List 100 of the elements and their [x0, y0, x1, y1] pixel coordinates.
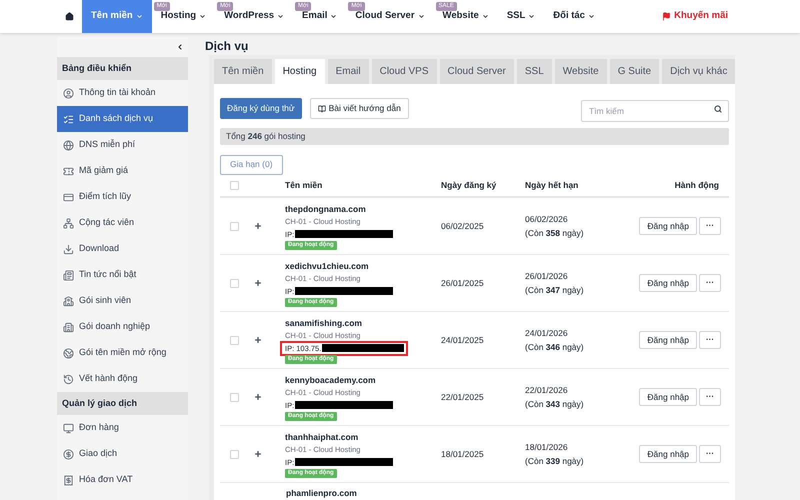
caret-icon: [136, 13, 143, 20]
service-tab[interactable]: G Suite: [610, 59, 660, 84]
news-icon: [63, 270, 74, 280]
service-tab[interactable]: Cloud VPS: [372, 59, 437, 84]
registration-date: 26/01/2025: [441, 276, 485, 290]
login-button[interactable]: Đăng nhập: [639, 445, 697, 464]
checkbox[interactable]: [230, 181, 239, 190]
flag-icon: [662, 12, 672, 21]
search-icon: [714, 104, 722, 113]
caret-icon: [199, 13, 206, 20]
search-field[interactable]: Tìm kiếm: [581, 100, 729, 122]
expand-icon[interactable]: [254, 450, 262, 458]
sidebar-item[interactable]: Cộng tác viên: [57, 210, 188, 236]
service-tab[interactable]: Hosting: [274, 59, 325, 84]
sidebar-item[interactable]: Download: [57, 236, 188, 262]
caret-icon: [528, 13, 536, 20]
school-icon: [63, 296, 74, 306]
more-button[interactable]: ···: [699, 331, 721, 350]
service-tab[interactable]: Dịch vụ khác: [662, 59, 736, 84]
row-checkbox[interactable]: [230, 222, 239, 231]
card-icon: [63, 192, 74, 202]
sidebar-item[interactable]: Thông tin tài khoản: [57, 80, 188, 106]
expiry-date: 24/01/2026: [525, 326, 569, 340]
sidebar-item[interactable]: DNS miễn phí: [57, 132, 188, 158]
expiry-date: 06/02/2026: [525, 212, 569, 226]
expand-icon[interactable]: [254, 393, 262, 402]
row-checkbox[interactable]: [230, 392, 239, 402]
promo-link[interactable]: Khuyến mãi: [662, 0, 728, 33]
user-icon: [63, 88, 74, 98]
monitor-icon: [63, 422, 74, 434]
sidebar-item[interactable]: Gói sinh viên: [57, 288, 188, 314]
sidebar-item[interactable]: Vết hành động: [57, 366, 188, 392]
more-button[interactable]: ···: [699, 217, 721, 236]
column-header: Tên miền: [285, 179, 324, 192]
row-checkbox[interactable]: [230, 278, 239, 288]
building-icon: [63, 322, 74, 332]
sidebar-item[interactable]: Hóa đơn VAT: [57, 467, 188, 493]
sidebar-item[interactable]: Điểm tích lũy: [57, 184, 188, 210]
domain-name: sanamifishing.com: [285, 316, 363, 330]
guide-button[interactable]: Bài viết hướng dẫn: [310, 98, 409, 120]
more-button[interactable]: ···: [699, 445, 721, 464]
registration-date: 06/02/2025: [441, 220, 485, 233]
more-button[interactable]: ···: [699, 388, 721, 406]
sidebar-section-title: Quản lý giao dịch: [57, 392, 188, 415]
expiry-date: 26/01/2026: [525, 270, 569, 282]
days-remaining: (Còn 339 ngày): [525, 455, 585, 468]
row-checkbox[interactable]: [230, 450, 239, 459]
download-icon: [63, 244, 74, 254]
sidebar-item[interactable]: Mã giảm giá: [57, 158, 188, 184]
page-title: Dịch vụ: [205, 38, 250, 56]
caret-icon: [330, 13, 338, 20]
login-button[interactable]: Đăng nhập: [639, 388, 697, 406]
column-header: Hành động: [674, 179, 719, 192]
login-button[interactable]: Đăng nhập: [639, 274, 697, 292]
expand-icon[interactable]: [254, 336, 262, 344]
login-button[interactable]: Đăng nhập: [639, 331, 697, 350]
summary-bar: Tổng 246 gói hosting: [220, 128, 729, 146]
login-button[interactable]: Đăng nhập: [639, 217, 697, 236]
dollar-icon: [63, 448, 74, 460]
more-button[interactable]: ···: [699, 274, 721, 292]
nav-menu-item[interactable]: Đối tác: [544, 0, 604, 33]
receipt-icon: [63, 474, 74, 486]
registration-date: 24/01/2025: [441, 334, 485, 347]
caret-icon: [277, 13, 284, 20]
sidebar-section-title: Bảng điều khiển: [57, 57, 188, 80]
sidebar-item[interactable]: Tin tức nổi bật: [57, 262, 188, 288]
sidebar-item[interactable]: Gói tên miền mở rộng: [57, 340, 188, 366]
nav-menu-item[interactable]: Tên miền: [82, 0, 152, 33]
nav-menu-item[interactable]: SSL: [498, 0, 544, 33]
caret-icon: [418, 13, 425, 20]
domain-name: thanhhaiphat.com: [285, 430, 360, 444]
sidebar-item[interactable]: Danh sách dịch vụ: [57, 106, 188, 132]
service-tab[interactable]: SSL: [516, 59, 552, 84]
domain-name: phamlienpro.com: [286, 487, 357, 500]
caret-icon: [588, 13, 595, 20]
list-icon: [63, 114, 74, 124]
service-tab[interactable]: Tên miền: [214, 59, 272, 84]
expiry-date: 22/01/2026: [525, 384, 569, 396]
ticket-icon: [63, 166, 74, 176]
sidebar-item[interactable]: Giao dịch: [57, 441, 188, 467]
column-header: Ngày đăng ký: [441, 179, 498, 192]
sidebar-item[interactable]: Gói doanh nghiệp: [57, 314, 188, 340]
service-tab[interactable]: Email: [328, 59, 369, 84]
expand-icon[interactable]: [254, 222, 262, 230]
registration-date: 18/01/2025: [441, 448, 485, 461]
expand-icon[interactable]: [254, 279, 262, 288]
days-remaining: (Còn 358 ngày): [525, 227, 585, 240]
earth-icon: [63, 348, 74, 358]
row-checkbox[interactable]: [230, 336, 239, 345]
service-tab[interactable]: Cloud Server: [440, 59, 514, 84]
sidebar-item[interactable]: Đơn hàng: [57, 415, 188, 441]
column-header: Ngày hết hạn: [525, 179, 580, 192]
domain-name: kennyboacademy.com: [285, 374, 377, 386]
days-remaining: (Còn 347 ngày): [525, 284, 585, 297]
collapse-icon[interactable]: [176, 43, 184, 51]
trial-button[interactable]: Đăng ký dùng thử: [220, 98, 302, 120]
domain-name: thepdongnama.com: [285, 202, 367, 216]
globe-icon: [63, 140, 74, 150]
service-tab[interactable]: Website: [554, 59, 607, 84]
home-icon[interactable]: [65, 12, 74, 21]
